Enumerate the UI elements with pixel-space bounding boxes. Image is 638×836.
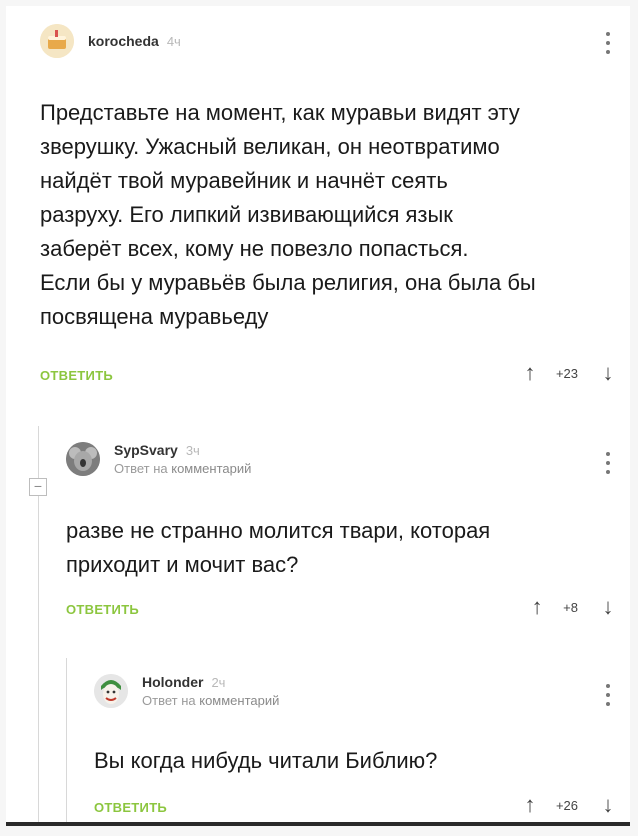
avatar[interactable] [66, 442, 100, 476]
comment-text: Вы когда нибудь читали Библию? [94, 748, 438, 773]
reply-button[interactable]: ОТВЕТИТЬ [40, 368, 113, 383]
joker-avatar-icon [94, 674, 128, 708]
comment-time: 4ч [166, 33, 181, 49]
comment-thread: − korocheda 4ч Представьте на момент, ка… [6, 6, 630, 826]
upvote-arrow-icon[interactable]: ↑ [520, 362, 540, 384]
author-name[interactable]: SypSvary [114, 442, 178, 458]
more-options-icon[interactable] [606, 32, 610, 59]
more-options-icon[interactable] [606, 452, 610, 479]
author-name[interactable]: Holonder [142, 674, 203, 690]
comment-time: 3ч [185, 443, 200, 458]
upvote-arrow-icon[interactable]: ↑ [520, 794, 540, 816]
comment-text: Представьте на момент, как муравьи видят… [40, 100, 536, 329]
vote-count: +26 [555, 797, 578, 813]
avatar[interactable] [94, 674, 128, 708]
comment-text: разве не странно молится твари, которая … [66, 518, 491, 577]
more-options-icon[interactable] [606, 684, 610, 711]
reply-to-label: Ответ на комментарий [142, 693, 280, 708]
vote-count: +23 [555, 365, 578, 381]
downvote-arrow-icon[interactable]: ↓ [598, 794, 618, 816]
downvote-arrow-icon[interactable]: ↓ [598, 596, 618, 618]
upvote-arrow-icon[interactable]: ↑ [527, 596, 547, 618]
vote-count: +8 [563, 599, 578, 615]
reply-to-link[interactable]: комментарий [199, 693, 279, 708]
cake-avatar-icon [40, 24, 74, 58]
koala-avatar-icon [66, 442, 100, 476]
reply-button[interactable]: ОТВЕТИТЬ [94, 800, 167, 815]
reply-to-label: Ответ на комментарий [114, 461, 252, 476]
downvote-arrow-icon[interactable]: ↓ [598, 362, 618, 384]
reply-button[interactable]: ОТВЕТИТЬ [66, 602, 139, 617]
avatar[interactable] [40, 24, 74, 58]
author-name[interactable]: korocheda [88, 33, 159, 49]
thread-line-level2 [66, 658, 67, 822]
collapse-thread-button[interactable]: − [29, 478, 47, 496]
reply-to-link[interactable]: комментарий [171, 461, 251, 476]
comment-time: 2ч [211, 675, 226, 690]
